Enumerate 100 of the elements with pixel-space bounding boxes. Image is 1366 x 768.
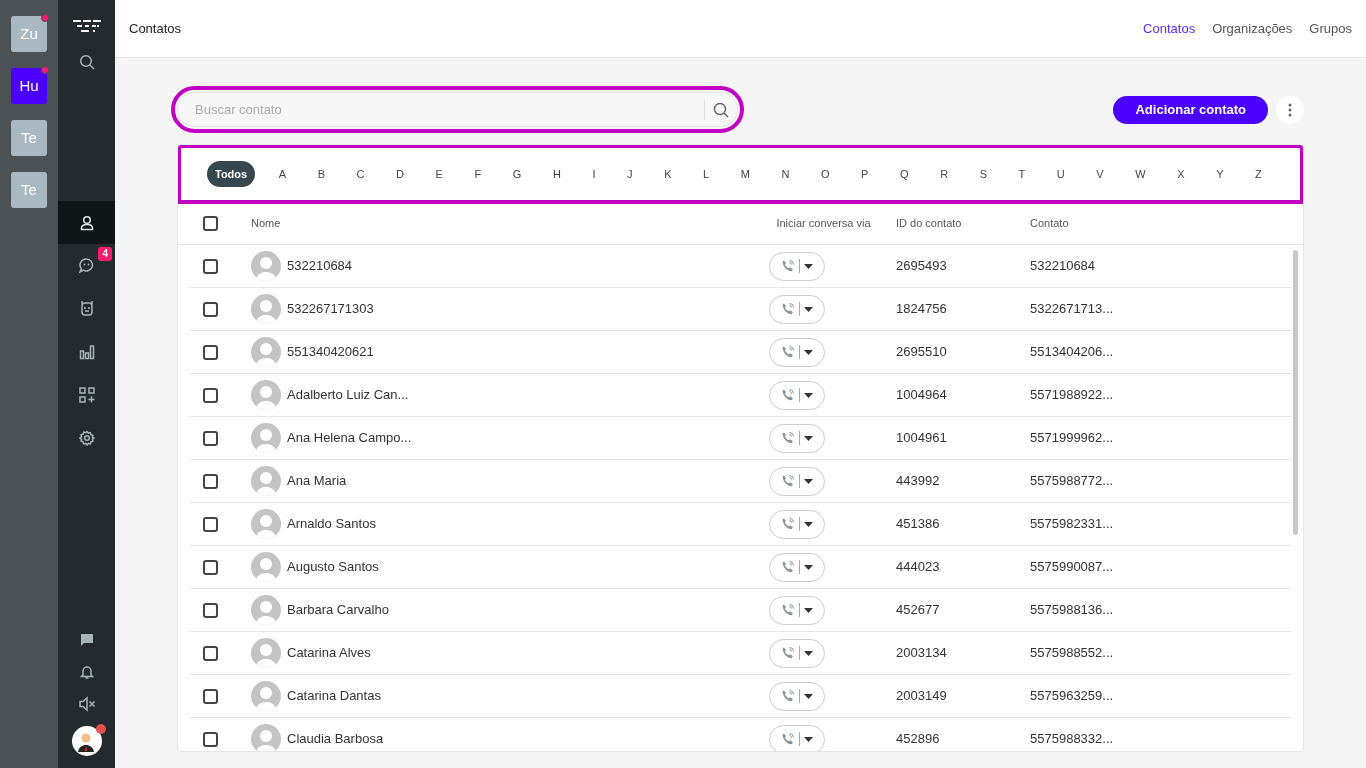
workspace-button[interactable]: Hu (11, 68, 47, 104)
checkbox[interactable] (203, 731, 218, 747)
call-dropdown-button[interactable] (769, 466, 825, 496)
letter-filter-tab[interactable]: L (695, 160, 718, 188)
scrollbar[interactable] (1293, 250, 1298, 535)
contact-name: Catarina Dantas (287, 687, 381, 706)
letter-filter-tab[interactable]: J (619, 160, 641, 188)
checkbox[interactable] (203, 387, 218, 403)
phone-icon (781, 689, 795, 703)
caret-icon (804, 607, 813, 613)
logo-icon (72, 20, 101, 32)
letter-filter-tab[interactable]: Q (892, 160, 917, 188)
letter-filter-tab[interactable]: X (1169, 160, 1193, 188)
checkbox[interactable] (203, 559, 218, 575)
call-dropdown-button[interactable] (769, 681, 825, 711)
avatar-icon (251, 294, 281, 324)
checkbox[interactable] (203, 473, 218, 489)
letter-filter-tab[interactable]: W (1127, 160, 1154, 188)
letter-filter-tab[interactable]: M (732, 160, 758, 188)
page-title: Contatos (129, 19, 182, 38)
letter-filter-tab[interactable]: O (812, 160, 838, 188)
checkbox[interactable] (203, 602, 218, 618)
caret-icon (804, 392, 813, 398)
letter-filter-tab[interactable]: D (388, 160, 413, 188)
call-dropdown-button[interactable] (769, 595, 825, 625)
checkbox[interactable] (203, 258, 218, 274)
header-tab[interactable]: Grupos (1309, 18, 1352, 39)
call-dropdown-button[interactable] (769, 294, 825, 324)
caret-icon (804, 435, 813, 441)
nav-button[interactable]: 4 (58, 244, 115, 287)
contact-id: 1824756 (896, 300, 948, 319)
call-dropdown-button[interactable] (769, 638, 825, 668)
count-badge: 4 (98, 247, 112, 261)
avatar-icon (251, 552, 281, 582)
avatar-icon (251, 509, 281, 539)
column-header: Iniciar conversa via (775, 215, 872, 231)
phone-icon (781, 646, 795, 660)
checkbox[interactable] (203, 430, 218, 446)
contact-name: Barbara Carvalho (287, 601, 389, 620)
letter-filter-tab[interactable]: Todos (207, 160, 256, 188)
column-header: Nome (251, 215, 282, 231)
letter-filter-tab[interactable]: E (427, 160, 451, 188)
letter-filter-tab[interactable]: C (348, 160, 373, 188)
caret-icon (804, 478, 813, 484)
search-icon[interactable] (713, 101, 729, 118)
letter-filter-tab[interactable]: H (544, 160, 569, 188)
letter-filter-tab[interactable]: B (309, 160, 333, 188)
checkbox[interactable] (203, 215, 218, 231)
letter-filter-tab[interactable]: K (656, 160, 680, 188)
phone-icon (781, 517, 795, 531)
letter-filter-tab[interactable]: I (584, 160, 604, 188)
contact-number: 5571988922... (1030, 386, 1115, 405)
contact-id: 2003134 (896, 644, 948, 663)
letter-filter-tab[interactable]: Y (1208, 160, 1232, 188)
letter-filter-tab[interactable]: F (466, 160, 490, 188)
caret-icon (804, 736, 813, 742)
contact-name: 532210684 (287, 257, 353, 276)
checkbox[interactable] (203, 516, 218, 532)
column-header: ID do contato (896, 215, 963, 231)
contact-id: 1004964 (896, 386, 948, 405)
call-dropdown-button[interactable] (769, 380, 825, 410)
header-tab[interactable]: Organizações (1212, 18, 1293, 39)
header-tab[interactable]: Contatos (1143, 18, 1196, 39)
avatar-icon (251, 595, 281, 625)
avatar-icon (251, 251, 281, 281)
checkbox[interactable] (203, 344, 218, 360)
letter-filter-tab[interactable]: T (1010, 160, 1034, 188)
letter-filter-tab[interactable]: R (932, 160, 957, 188)
contact-id: 1004961 (896, 429, 948, 448)
checkbox[interactable] (203, 301, 218, 317)
contact-number: 5575982331... (1030, 515, 1115, 534)
letter-filter-tab[interactable]: P (853, 160, 877, 188)
call-dropdown-button[interactable] (769, 337, 825, 367)
call-dropdown-button[interactable] (769, 552, 825, 582)
phone-icon (781, 388, 795, 402)
letter-filter-tab[interactable]: A (270, 160, 295, 188)
contact-number: 532210684 (1030, 257, 1097, 276)
call-dropdown-button[interactable] (769, 423, 825, 453)
contact-number: 5575963259... (1030, 687, 1115, 706)
checkbox[interactable] (203, 645, 218, 661)
call-dropdown-button[interactable] (769, 509, 825, 539)
contact-id: 2003149 (896, 687, 948, 706)
nav-button[interactable] (58, 201, 115, 244)
contact-id: 2695493 (896, 257, 948, 276)
contact-id: 444023 (896, 558, 941, 577)
letter-filter-tab[interactable]: V (1088, 160, 1112, 188)
contact-name: Claudia Barbosa (287, 730, 384, 749)
call-dropdown-button[interactable] (769, 724, 825, 751)
contact-number: 5571999962... (1030, 429, 1115, 448)
checkbox[interactable] (203, 688, 218, 704)
contact-id: 443992 (896, 472, 941, 491)
letter-filter-tab[interactable]: S (971, 160, 995, 188)
contact-number: 5513404206... (1030, 343, 1115, 362)
contact-id: 452677 (896, 601, 941, 620)
call-dropdown-button[interactable] (769, 251, 825, 281)
letter-filter-tab[interactable]: Z (1247, 160, 1270, 188)
letter-filter-tab[interactable]: G (504, 160, 530, 188)
letter-filter-tab[interactable]: U (1048, 160, 1073, 188)
letter-filter-tab[interactable]: N (773, 160, 798, 188)
add-contact-button[interactable]: Adicionar contato (1113, 95, 1268, 124)
